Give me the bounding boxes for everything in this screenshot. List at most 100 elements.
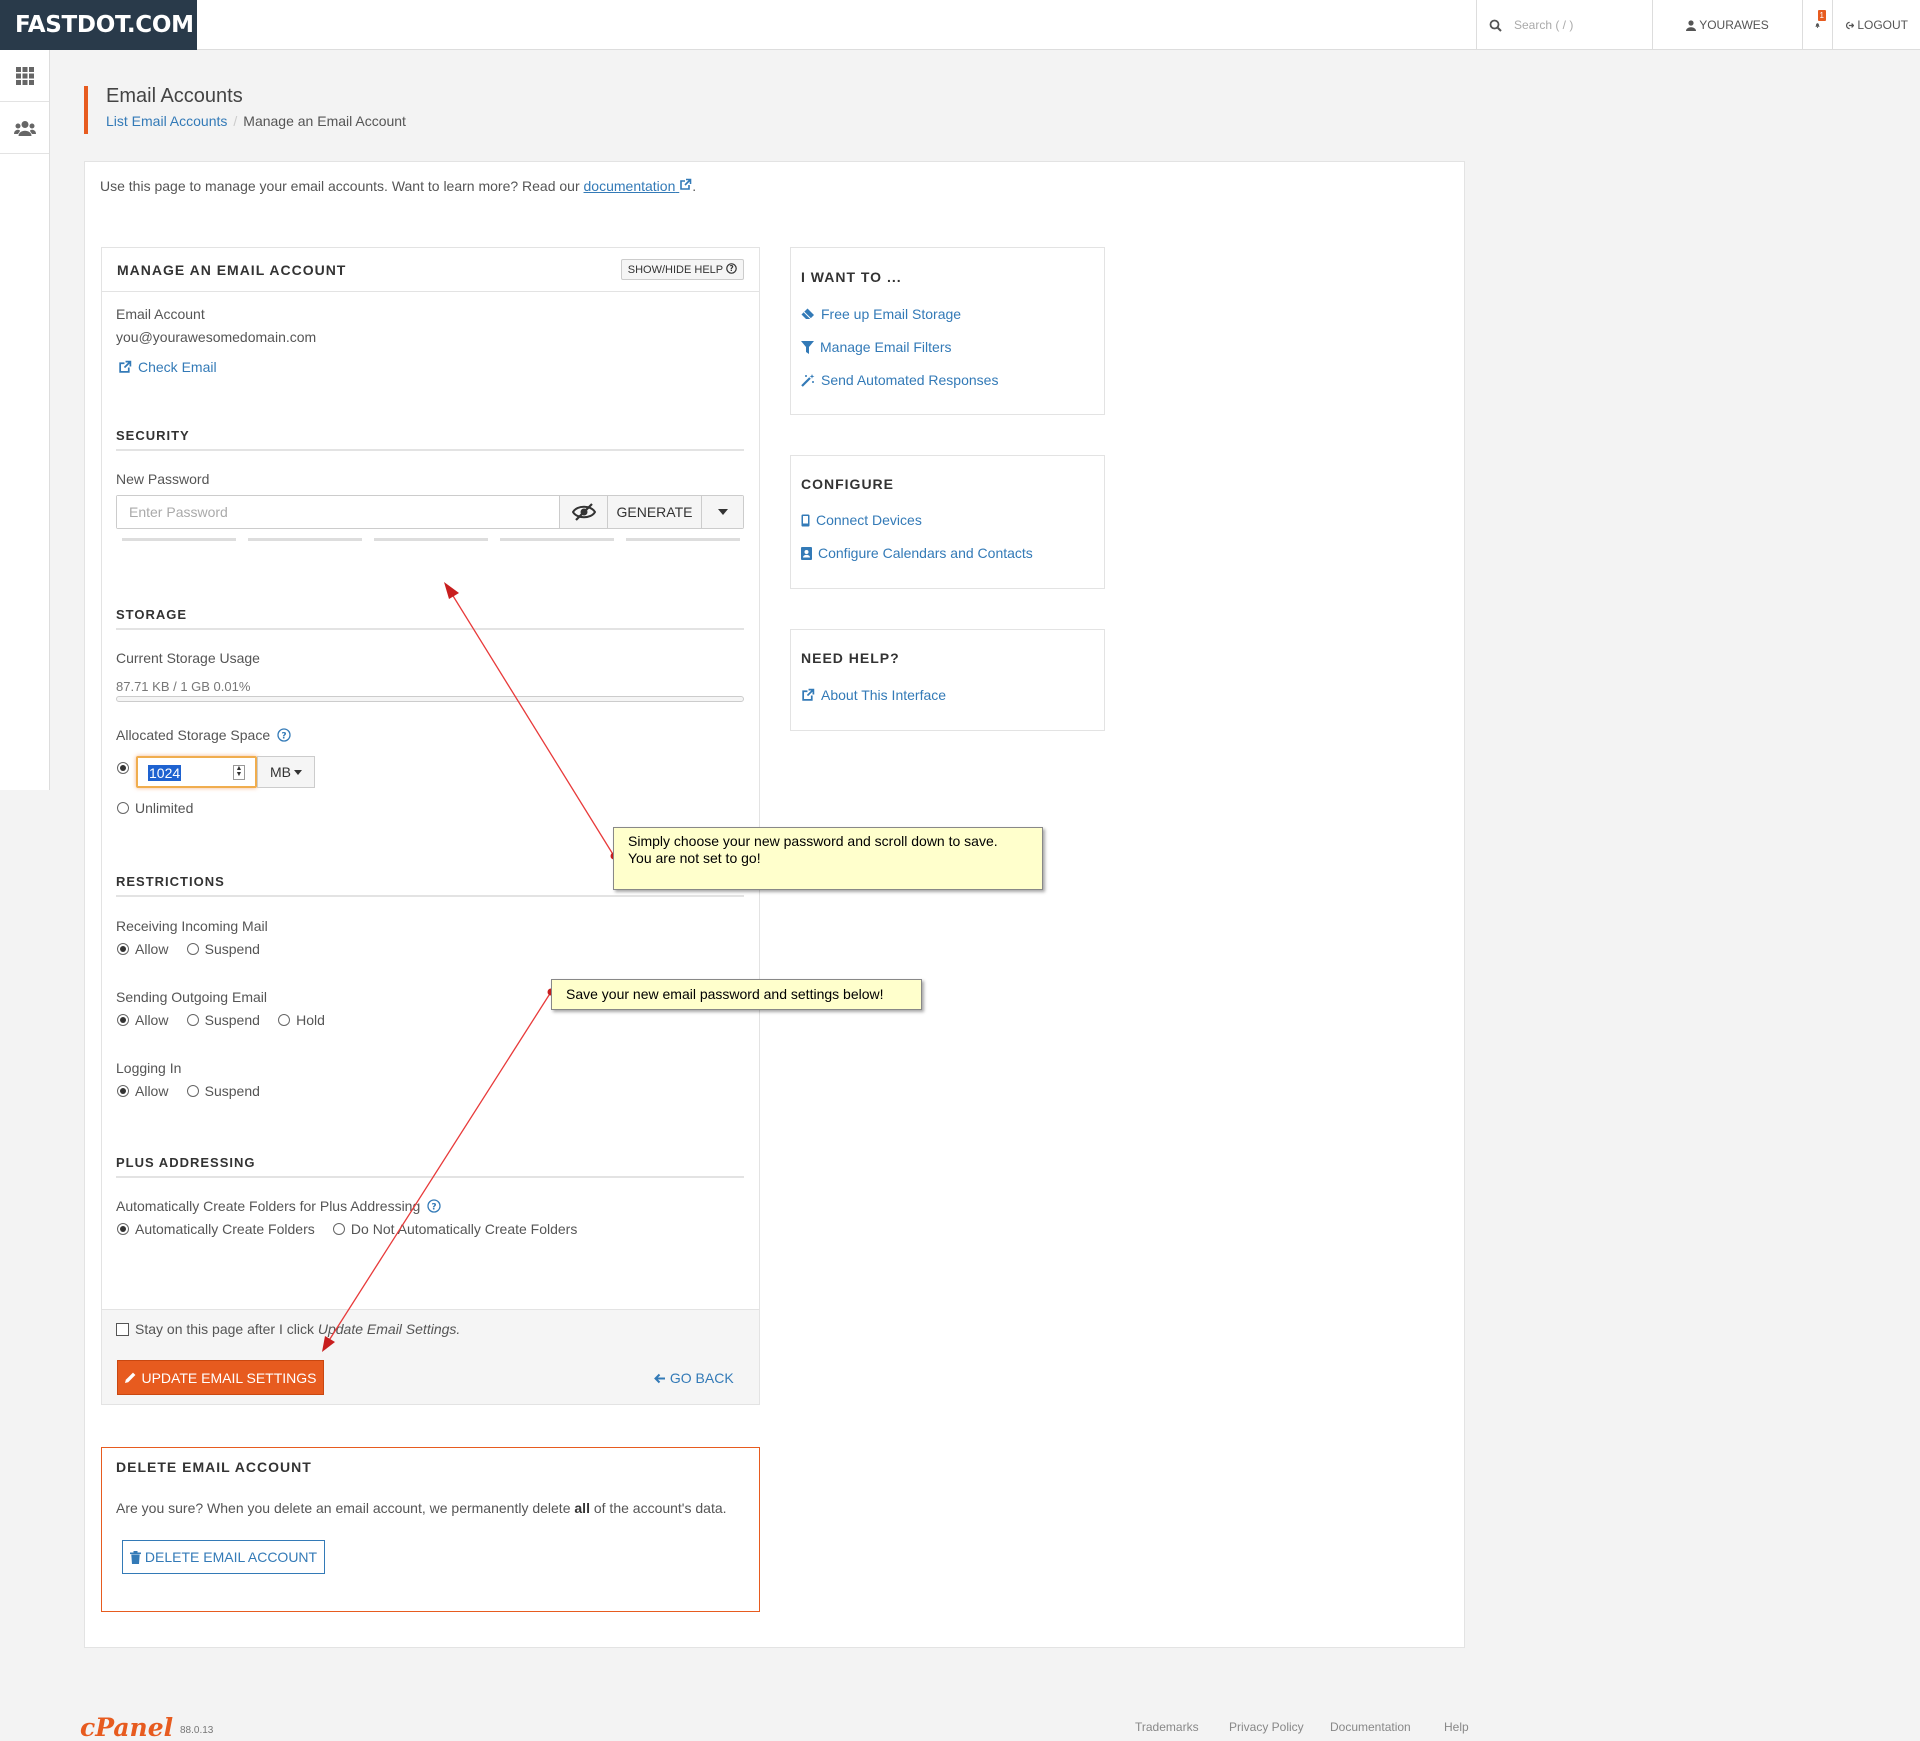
outgoing-hold-label: Hold (296, 1012, 325, 1028)
delete-warning-end: of the account's data. (593, 1500, 727, 1516)
breadcrumb-separator: / (233, 113, 238, 129)
show-hide-help-button[interactable]: SHOW/HIDE HELP ? (620, 259, 744, 280)
sidebar-item-tools[interactable] (0, 50, 49, 102)
help-icon[interactable]: ? (427, 1199, 441, 1213)
stay-on-page-checkbox[interactable] (116, 1323, 129, 1336)
incoming-suspend-option[interactable]: Suspend (186, 941, 260, 957)
auto-responses-link[interactable]: Send Automated Responses (801, 372, 998, 388)
footer-documentation-link[interactable]: Documentation (1330, 1720, 1411, 1734)
search-box[interactable]: Search ( / ) (1476, 0, 1652, 50)
delete-warning-bold: all (574, 1500, 590, 1516)
quota-unlimited-radio[interactable] (117, 802, 129, 814)
auto-create-folders-radio[interactable] (117, 1223, 129, 1235)
documentation-link[interactable]: documentation (584, 178, 693, 194)
quota-unlimited-label: Unlimited (135, 800, 194, 816)
password-input-group: GENERATE (116, 495, 744, 529)
delete-panel-title: DELETE EMAIL ACCOUNT (116, 1459, 312, 1475)
search-input[interactable]: Search ( / ) (1514, 18, 1573, 32)
quota-unit-label: MB (270, 764, 291, 780)
outgoing-hold-radio[interactable] (278, 1014, 291, 1026)
breadcrumb: List Email Accounts / Manage an Email Acco… (106, 113, 406, 129)
configure-calendars-link[interactable]: Configure Calendars and Contacts (801, 545, 1033, 561)
update-email-settings-button[interactable]: UPDATE EMAIL SETTINGS (117, 1360, 324, 1395)
incoming-allow-radio[interactable] (117, 943, 129, 955)
password-input[interactable] (117, 496, 559, 528)
external-link-icon (119, 360, 132, 373)
allocated-storage-label: Allocated Storage Space ? (116, 727, 291, 743)
stay-on-page-italic: Update Email Settings. (317, 1321, 461, 1337)
notifications-button[interactable]: 1 (1802, 0, 1832, 50)
delete-email-account-button[interactable]: DELETE EMAIL ACCOUNT (122, 1540, 325, 1574)
contacts-book-icon (801, 546, 812, 560)
annotation-callout-line1: Simply choose your new password and scro… (628, 833, 998, 849)
email-account-value: you@yourawesomedomain.com (116, 329, 317, 345)
svg-text:?: ? (432, 1203, 437, 1213)
top-bar: FASTDOT.COM Search ( / ) YOURAWES 1 LOGO… (0, 0, 1920, 50)
logging-in-options: Allow Suspend (117, 1083, 274, 1100)
no-auto-create-folders-option[interactable]: Do Not Automatically Create Folders (332, 1221, 577, 1237)
page-title: Email Accounts (106, 85, 243, 107)
about-interface-link[interactable]: About This Interface (801, 687, 946, 703)
incoming-allow-option[interactable]: Allow (117, 941, 168, 957)
check-email-link[interactable]: Check Email (118, 359, 217, 375)
incoming-suspend-radio[interactable] (186, 943, 199, 955)
external-link-icon (802, 688, 815, 701)
login-suspend-option[interactable]: Suspend (186, 1083, 260, 1099)
footer-privacy-link[interactable]: Privacy Policy (1229, 1720, 1304, 1734)
need-help-panel: NEED HELP? About This Interface (790, 629, 1105, 731)
top-nav: Search ( / ) YOURAWES 1 LOGOUT (1476, 0, 1920, 50)
quota-unit-dropdown[interactable]: MB (257, 756, 315, 788)
configure-calendars-label: Configure Calendars and Contacts (818, 545, 1033, 561)
outgoing-suspend-option[interactable]: Suspend (186, 1012, 260, 1028)
footer-help-link[interactable]: Help (1444, 1720, 1469, 1734)
auto-create-folders-label: Automatically Create Folders (135, 1221, 315, 1237)
plus-addressing-options: Automatically Create Folders Do Not Auto… (117, 1221, 591, 1238)
quota-unlimited-option[interactable]: Unlimited (117, 800, 193, 816)
outgoing-hold-option[interactable]: Hold (278, 1012, 325, 1028)
outgoing-mail-label: Sending Outgoing Email (116, 989, 267, 1005)
generate-password-button[interactable]: GENERATE (607, 496, 701, 528)
quota-spinner[interactable]: ▲ ▼ (233, 765, 245, 780)
login-allow-option[interactable]: Allow (117, 1083, 168, 1099)
cpanel-logo[interactable]: cPanel (80, 1713, 173, 1741)
sidebar-item-users[interactable] (0, 102, 49, 154)
i-want-to-title: I WANT TO ... (801, 269, 902, 285)
footer-trademarks-link[interactable]: Trademarks (1135, 1720, 1199, 1734)
outgoing-suspend-radio[interactable] (186, 1014, 199, 1026)
login-allow-radio[interactable] (117, 1085, 129, 1097)
manage-filters-link[interactable]: Manage Email Filters (801, 339, 952, 355)
logout-button[interactable]: LOGOUT (1832, 0, 1920, 50)
breadcrumb-list-email-accounts[interactable]: List Email Accounts (106, 113, 227, 129)
show-hide-help-label: SHOW/HIDE HELP (627, 264, 723, 276)
help-icon[interactable]: ? (277, 728, 291, 742)
stay-on-page-option[interactable]: Stay on this page after I click Update E… (116, 1321, 460, 1337)
security-heading: SECURITY (116, 428, 744, 451)
connect-devices-link[interactable]: Connect Devices (801, 512, 922, 528)
about-interface-label: About This Interface (821, 687, 947, 703)
brand-logo[interactable]: FASTDOT.COM (0, 0, 197, 50)
login-suspend-radio[interactable] (186, 1085, 199, 1097)
logout-label: LOGOUT (1857, 18, 1908, 32)
quota-input[interactable]: 1024 ▲ ▼ (136, 756, 257, 788)
configure-panel: CONFIGURE Connect Devices Configure Cale… (790, 455, 1105, 589)
outgoing-allow-option[interactable]: Allow (117, 1012, 168, 1028)
go-back-link[interactable]: GO BACK (654, 1370, 734, 1386)
annotation-callout-password: Simply choose your new password and scro… (613, 827, 1043, 890)
quota-custom-radio[interactable] (117, 762, 129, 774)
toggle-visibility-button[interactable] (559, 496, 607, 528)
logout-icon (1846, 21, 1855, 29)
connect-devices-label: Connect Devices (816, 512, 922, 528)
eraser-icon (801, 308, 814, 320)
intro-text-body: Use this page to manage your email accou… (100, 178, 580, 194)
auto-create-folders-option[interactable]: Automatically Create Folders (117, 1221, 315, 1237)
login-suspend-label: Suspend (204, 1083, 260, 1099)
no-auto-create-folders-radio[interactable] (332, 1223, 345, 1235)
generate-options-dropdown[interactable] (701, 496, 743, 528)
filter-icon (801, 340, 814, 354)
free-up-storage-label: Free up Email Storage (821, 306, 962, 322)
strength-segment (500, 538, 614, 541)
free-up-storage-link[interactable]: Free up Email Storage (801, 306, 961, 322)
delete-warning-start: Are you sure? When you delete an email a… (116, 1500, 571, 1516)
outgoing-allow-radio[interactable] (117, 1014, 129, 1026)
user-menu[interactable]: YOURAWES (1652, 0, 1802, 50)
